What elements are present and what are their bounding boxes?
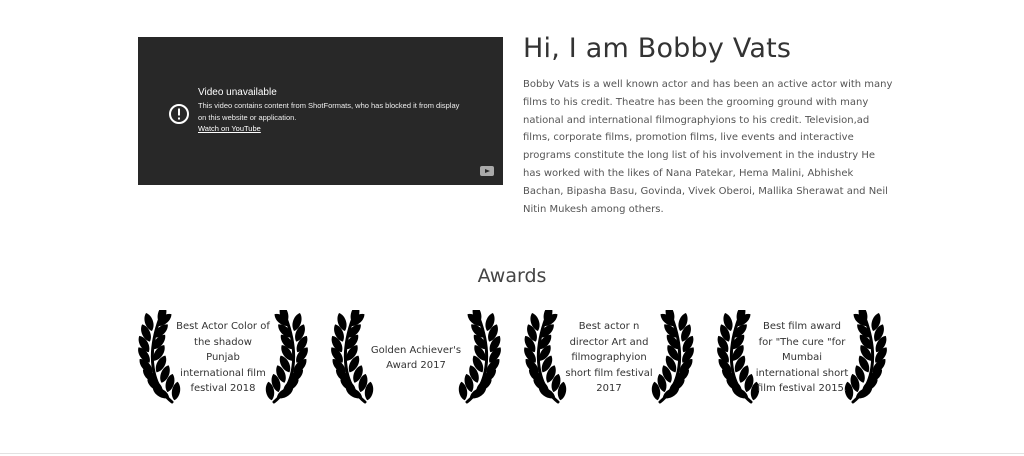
- video-unavailable-message: This video contains content from ShotFor…: [198, 101, 460, 122]
- embedded-video-player[interactable]: Video unavailable This video contains co…: [138, 37, 503, 185]
- award-text: Best film award for "The cure "for Mumba…: [755, 321, 849, 395]
- award-text: Best Actor Color of the shadow Punjab in…: [176, 321, 270, 395]
- info-icon: [169, 104, 189, 124]
- award-text: Golden Achiever's Award 2017: [370, 344, 462, 372]
- award-card: Best Actor Color of the shadow Punjab in…: [138, 310, 308, 406]
- awards-heading: Awards: [477, 265, 547, 287]
- page-title: Hi, I am Bobby Vats: [523, 33, 792, 64]
- bio-text: Bobby Vats is a well known actor and has…: [523, 79, 893, 215]
- award-card: Best film award for "The cure "for Mumba…: [717, 310, 887, 406]
- watch-on-youtube-link[interactable]: Watch on YouTube: [198, 124, 261, 133]
- award-card: Golden Achiever's Award 2017: [331, 310, 501, 406]
- award-card: Best actor n director Art and filmograph…: [524, 310, 694, 406]
- video-unavailable-title: Video unavailable: [198, 87, 277, 98]
- award-text: Best actor n director Art and filmograph…: [565, 321, 653, 395]
- divider: [0, 453, 1024, 454]
- youtube-icon[interactable]: [480, 166, 494, 176]
